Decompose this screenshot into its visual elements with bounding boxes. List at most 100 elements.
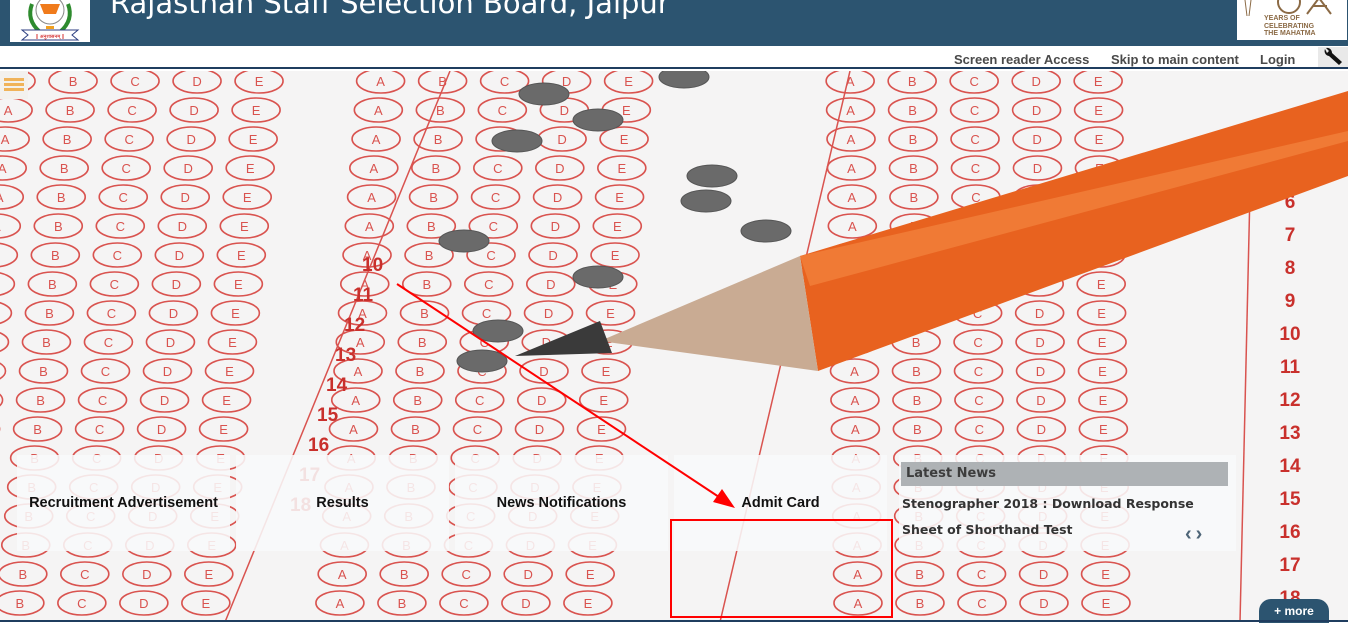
- omr-option-label: C: [80, 567, 89, 582]
- omr-option-label: B: [913, 422, 922, 437]
- omr-option-label: B: [912, 335, 921, 350]
- omr-option-label: E: [234, 277, 243, 292]
- omr-option-label: D: [546, 277, 555, 292]
- omr-option-label: D: [548, 248, 557, 263]
- omr-option-label: D: [178, 219, 187, 234]
- next-news-button[interactable]: ›: [1196, 523, 1207, 545]
- mahatma-150-badge: YEARS OF CELEBRATING THE MAHATMA: [1237, 0, 1347, 40]
- quick-link-news-notifications[interactable]: News Notifications: [455, 455, 668, 551]
- omr-option-label: E: [246, 161, 255, 176]
- omr-option-label: B: [909, 132, 918, 147]
- omr-option-label: E: [1097, 306, 1106, 321]
- prev-news-button[interactable]: ‹: [1185, 523, 1196, 545]
- omr-option-label: D: [560, 103, 569, 118]
- omr-option-label: C: [130, 74, 139, 89]
- omr-option-label: D: [523, 567, 532, 582]
- omr-option-label: B: [425, 248, 434, 263]
- omr-option-label: A: [848, 190, 857, 205]
- omr-option-label: B: [429, 190, 438, 205]
- omr-option-label: B: [398, 596, 407, 611]
- omr-filled-bubble: [572, 108, 624, 132]
- skip-to-main-content-link[interactable]: Skip to main content: [1111, 52, 1239, 67]
- omr-option-label: B: [413, 393, 422, 408]
- omr-option-label: A: [351, 393, 360, 408]
- omr-filled-bubble: [572, 265, 624, 289]
- omr-option-label: B: [36, 393, 45, 408]
- omr-row-number: 15: [317, 405, 339, 426]
- omr-filled-bubble: [491, 129, 543, 153]
- omr-option-label: E: [599, 393, 608, 408]
- omr-option-label: E: [1102, 596, 1111, 611]
- omr-option-label: C: [491, 190, 500, 205]
- omr-option-label: B: [909, 161, 918, 176]
- omr-option-label: D: [142, 567, 151, 582]
- omr-option-label: D: [181, 190, 190, 205]
- rssb-logo[interactable]: || अनुशासनम् ||: [10, 0, 90, 42]
- omr-option-label: D: [1032, 132, 1041, 147]
- omr-option-label: C: [104, 335, 113, 350]
- omr-option-label: A: [336, 596, 345, 611]
- omr-option-label: D: [1037, 422, 1046, 437]
- badge-line-3: THE MAHATMA: [1264, 30, 1316, 37]
- omr-row-number: 8: [1285, 258, 1296, 279]
- omr-option-label: E: [597, 422, 606, 437]
- omr-option-label: D: [1032, 103, 1041, 118]
- omr-row-number: 12: [344, 315, 365, 336]
- omr-row-number: 12: [1279, 390, 1300, 411]
- omr-option-label: A: [349, 422, 358, 437]
- omr-row-number: 17: [1279, 555, 1300, 576]
- omr-row-number: 10: [362, 255, 383, 276]
- settings-button[interactable]: [1318, 47, 1348, 67]
- quick-link-label: Admit Card: [741, 495, 820, 511]
- omr-option-label: C: [101, 364, 110, 379]
- omr-row-number: 13: [1279, 423, 1300, 444]
- omr-row-number: 7: [1285, 225, 1296, 246]
- omr-option-label: E: [1094, 103, 1103, 118]
- omr-option-label: E: [1101, 567, 1110, 582]
- omr-option-label: C: [461, 567, 470, 582]
- omr-option-label: C: [974, 364, 983, 379]
- omr-option-label: E: [255, 74, 264, 89]
- omr-option-label: D: [537, 393, 546, 408]
- omr-option-label: D: [169, 306, 178, 321]
- quick-link-results[interactable]: Results: [236, 455, 449, 551]
- omr-option-label: E: [1095, 132, 1104, 147]
- login-link[interactable]: Login: [1260, 52, 1295, 67]
- omr-option-label: C: [107, 306, 116, 321]
- badge-line-2: CELEBRATING: [1264, 22, 1315, 30]
- omr-option-label: A: [1, 132, 10, 147]
- omr-filled-bubble: [472, 319, 524, 343]
- omr-row-number: 9: [1285, 291, 1296, 312]
- top-utility-nav: Screen reader Access Skip to main conten…: [0, 46, 1348, 69]
- omr-option-label: B: [434, 132, 443, 147]
- omr-option-label: E: [243, 190, 252, 205]
- omr-option-label: E: [602, 364, 611, 379]
- screen-reader-access-link[interactable]: Screen reader Access: [954, 52, 1089, 67]
- news-item-link-cont[interactable]: Sheet of Shorthand Test: [902, 522, 1072, 537]
- menu-toggle-button[interactable]: [0, 71, 28, 99]
- omr-option-label: D: [186, 132, 195, 147]
- wrench-icon: [1324, 47, 1342, 65]
- omr-filled-bubble: [740, 219, 792, 243]
- omr-option-label: E: [219, 422, 228, 437]
- omr-option-label: A: [354, 364, 363, 379]
- omr-option-label: B: [400, 567, 409, 582]
- omr-option-label: D: [1031, 74, 1040, 89]
- omr-option-label: B: [910, 190, 919, 205]
- site-title: Rajasthan Staff Selection Board, Jaipur: [110, 0, 670, 20]
- omr-option-label: C: [482, 306, 491, 321]
- omr-option-label: D: [1039, 567, 1048, 582]
- news-item-link[interactable]: Stenographer 2018 : Download Response: [902, 496, 1194, 511]
- omr-option-label: E: [240, 219, 249, 234]
- omr-option-label: B: [66, 103, 75, 118]
- omr-option-label: B: [42, 335, 51, 350]
- omr-option-label: B: [48, 277, 57, 292]
- quick-link-admit-card[interactable]: Admit Card: [674, 455, 887, 551]
- quick-link-recruitment-advertisement[interactable]: Recruitment Advertisement: [17, 455, 230, 551]
- latest-news-panel: Latest News Stenographer 2018 : Download…: [899, 455, 1236, 551]
- omr-option-label: E: [222, 393, 231, 408]
- omr-option-label: A: [367, 190, 376, 205]
- omr-option-label: E: [231, 306, 240, 321]
- omr-option-label: B: [69, 74, 78, 89]
- omr-option-label: E: [237, 248, 246, 263]
